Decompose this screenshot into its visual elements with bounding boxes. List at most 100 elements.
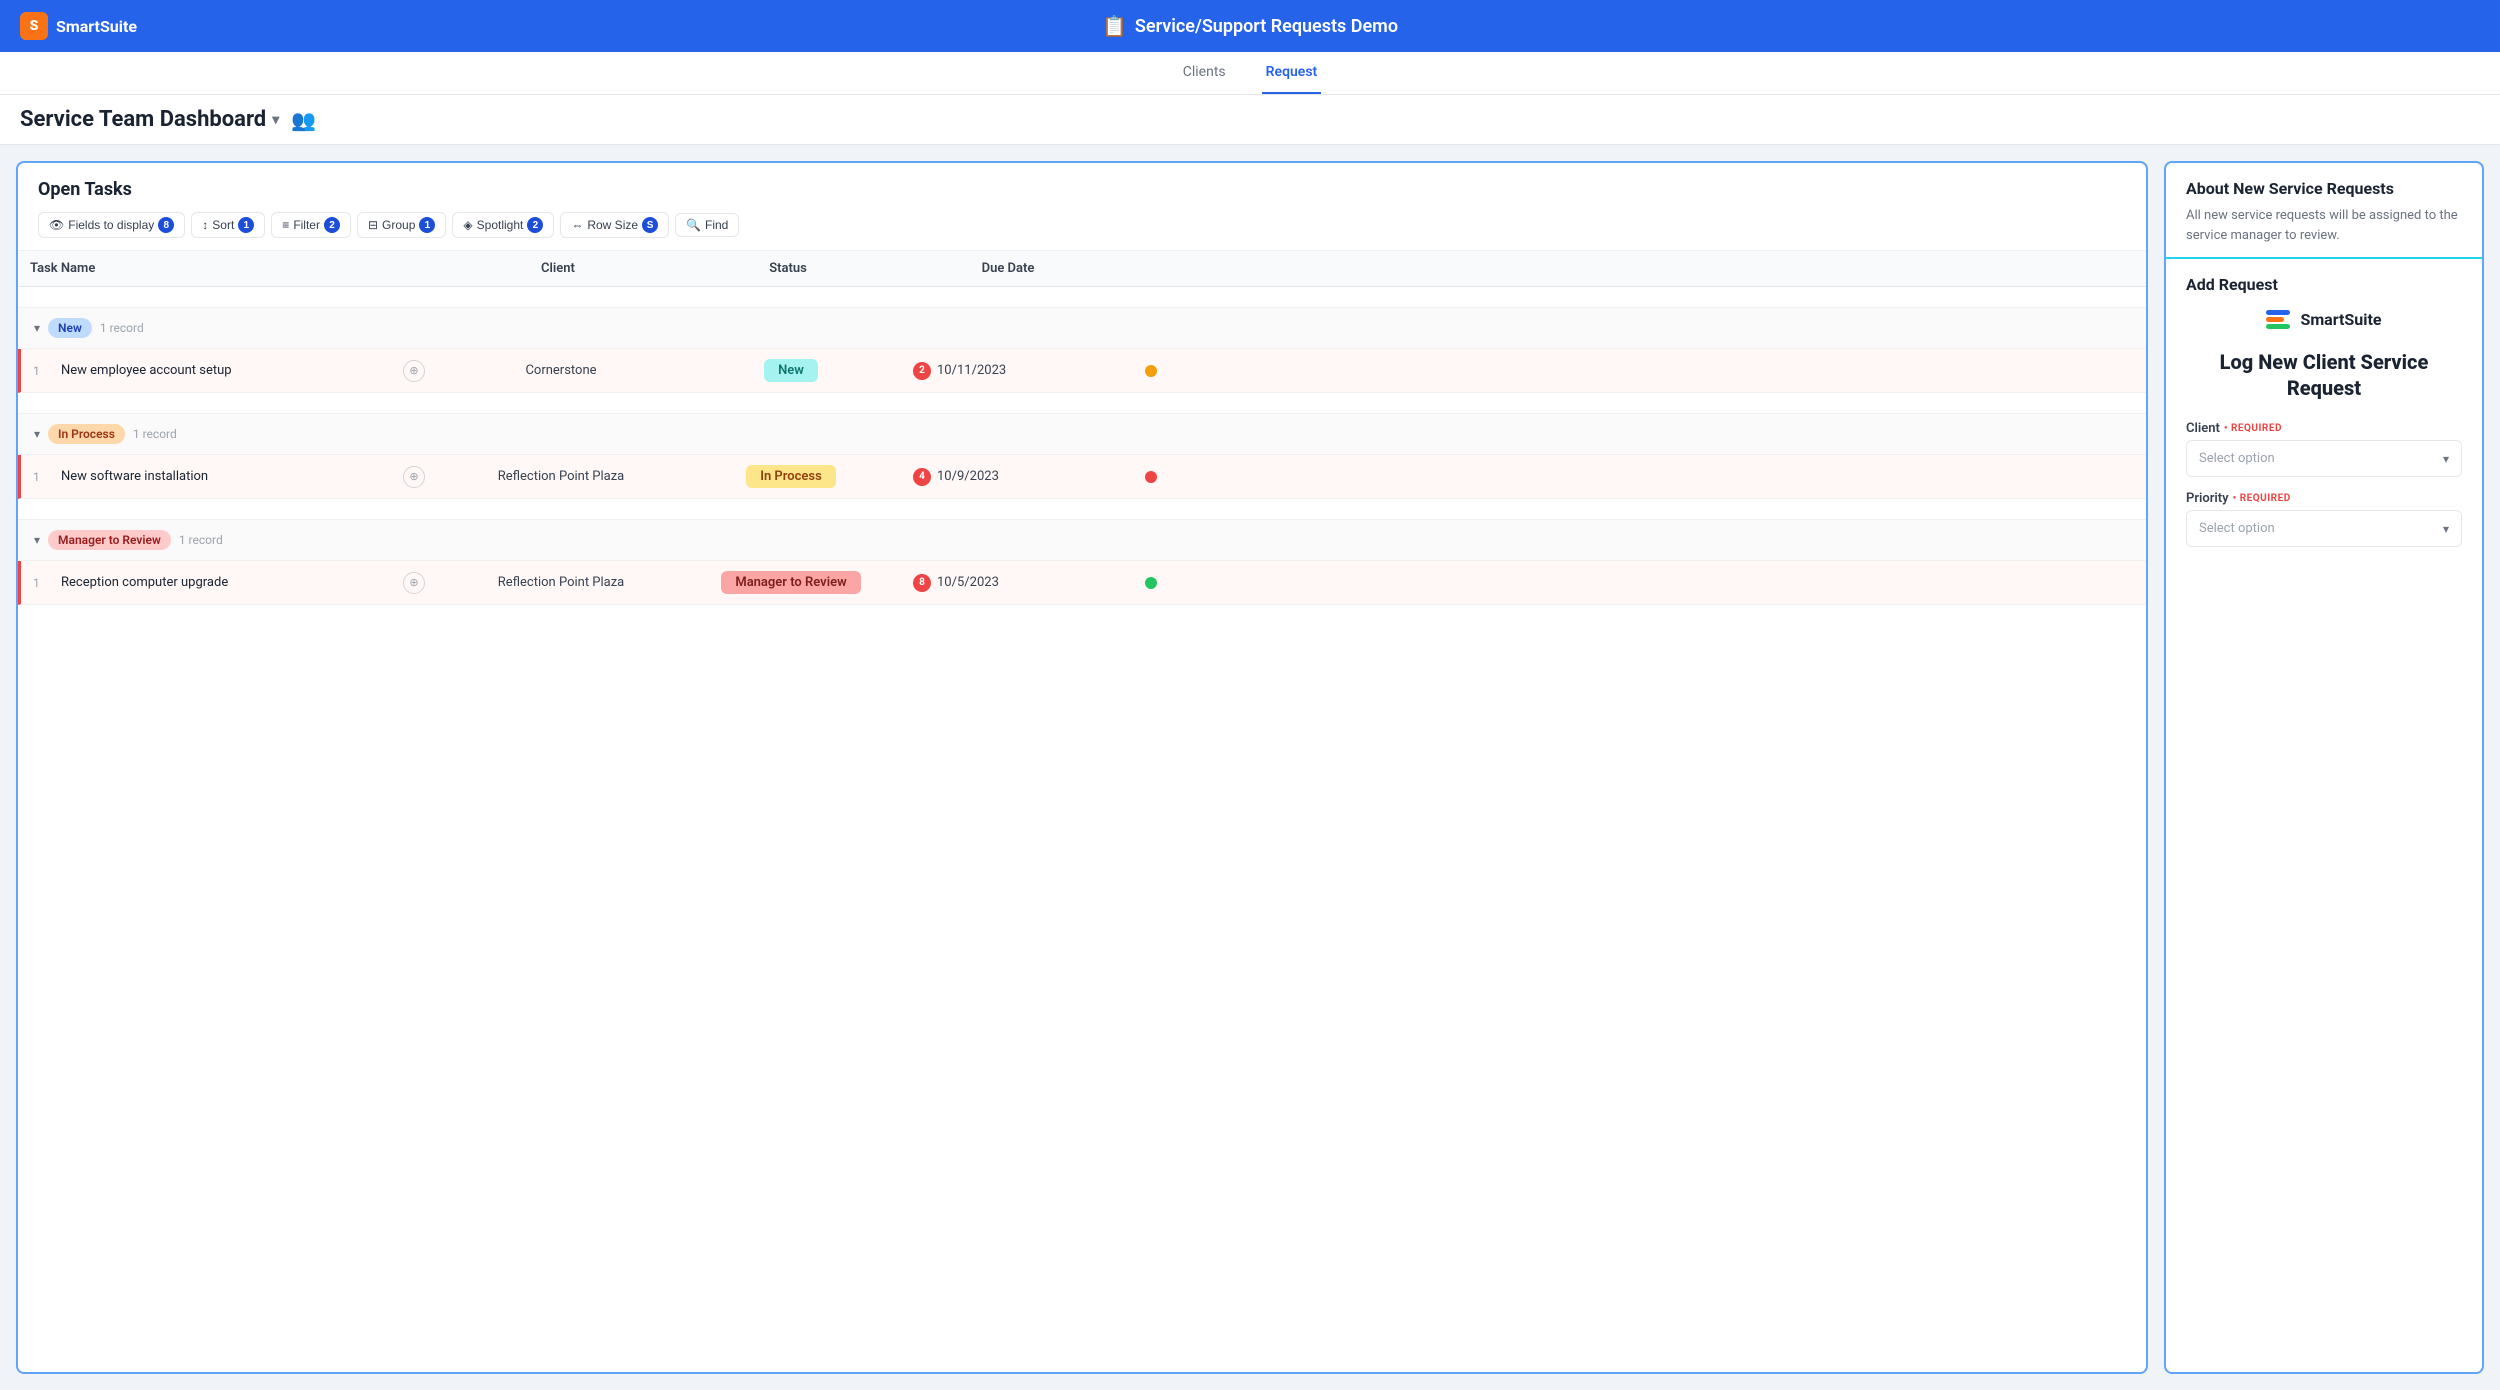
right-panel-desc: All new service requests will be assigne… xyxy=(2186,206,2462,245)
table-row: 1 New software installation ⊕ Reflection… xyxy=(18,455,2146,499)
app-logo[interactable]: S SmartSuite xyxy=(20,12,137,40)
group-count-manager: 1 record xyxy=(179,533,223,547)
row-number: 1 xyxy=(33,576,53,590)
date-text: 10/5/2023 xyxy=(937,575,999,590)
row-size-badge: S xyxy=(642,217,658,233)
dashboard-title-button[interactable]: Service Team Dashboard ▾ xyxy=(20,107,279,132)
fields-display-button[interactable]: 👁 Fields to display 8 xyxy=(38,212,185,238)
sort-badge: 1 xyxy=(238,217,254,233)
table-row: 1 Reception computer upgrade ⊕ Reflectio… xyxy=(18,561,2146,605)
sub-nav: Clients Request xyxy=(0,52,2500,95)
priority-dot-red xyxy=(1145,471,1157,483)
priority-field: Priority • REQUIRED Select option ▾ xyxy=(2186,491,2462,547)
client-select[interactable]: Select option ▾ xyxy=(2186,440,2462,477)
dashboard-title-text: Service Team Dashboard xyxy=(20,107,266,132)
status-badge-new-cell: New xyxy=(764,359,818,382)
task-name-text: New software installation xyxy=(61,469,208,484)
group-count-in-process: 1 record xyxy=(133,427,177,441)
group-badge-new: New xyxy=(48,318,92,338)
row-action-icon[interactable]: ⊕ xyxy=(403,360,425,382)
dashboard-header: Service Team Dashboard ▾ 👥 xyxy=(0,95,2500,145)
logo-icon: S xyxy=(20,12,48,40)
date-alert-badge: 2 xyxy=(913,362,931,380)
row-size-button[interactable]: ⇔ Row Size S xyxy=(560,212,669,238)
ss-logo-area: SmartSuite xyxy=(2186,310,2462,329)
group-row-manager: ▾ Manager to Review 1 record xyxy=(18,519,2146,561)
group-label: Group xyxy=(382,218,415,232)
tasks-panel: Open Tasks 👁 Fields to display 8 ↕ Sort … xyxy=(16,161,2148,1374)
td-dot-3 xyxy=(1121,567,1181,599)
filter-label: Filter xyxy=(293,218,320,232)
col-client: Client xyxy=(438,251,678,286)
td-client-2: Reflection Point Plaza xyxy=(441,459,681,494)
chevron-down-icon: ▾ xyxy=(272,112,279,128)
client-label: Client • REQUIRED xyxy=(2186,421,2462,436)
date-text: 10/9/2023 xyxy=(937,469,999,484)
row-number: 1 xyxy=(33,364,53,378)
group-count-new: 1 record xyxy=(100,321,144,335)
spotlight-badge: 2 xyxy=(527,217,543,233)
filter-badge: 2 xyxy=(324,217,340,233)
group-row-in-process: ▾ In Process 1 record xyxy=(18,413,2146,455)
col-due-date: Due Date xyxy=(898,251,1118,286)
fields-display-badge: 8 xyxy=(158,217,174,233)
spotlight-icon: ◈ xyxy=(463,218,472,232)
group-badge-manager: Manager to Review xyxy=(48,530,171,550)
row-action-icon[interactable]: ⊕ xyxy=(403,572,425,594)
group-button[interactable]: ⊟ Group 1 xyxy=(357,212,446,238)
status-badge-manager-cell: Manager to Review xyxy=(721,571,860,594)
sort-button[interactable]: ↕ Sort 1 xyxy=(191,212,265,238)
task-name-text: New employee account setup xyxy=(61,363,232,378)
group-icon: ⊟ xyxy=(368,218,378,232)
table-header: Task Name Client Status Due Date xyxy=(18,251,2146,287)
date-text: 10/11/2023 xyxy=(937,363,1006,378)
main-content: Open Tasks 👁 Fields to display 8 ↕ Sort … xyxy=(0,145,2500,1390)
group-chevron-manager[interactable]: ▾ xyxy=(34,533,40,547)
col-icon xyxy=(388,251,438,286)
chevron-down-icon: ▾ xyxy=(2443,522,2449,536)
td-dot-1 xyxy=(1121,355,1181,387)
fields-display-label: Fields to display xyxy=(68,218,154,232)
group-chevron-new[interactable]: ▾ xyxy=(34,321,40,335)
ss-bar-blue xyxy=(2266,310,2290,315)
date-alert-badge: 4 xyxy=(913,468,931,486)
td-client-3: Reflection Point Plaza xyxy=(441,565,681,600)
td-task-name-3: 1 Reception computer upgrade xyxy=(21,565,391,600)
ss-bar-green xyxy=(2266,324,2290,329)
subnav-item-request[interactable]: Request xyxy=(1262,52,1322,94)
team-icon[interactable]: 👥 xyxy=(291,108,316,132)
priority-dot-green xyxy=(1145,577,1157,589)
status-badge-in-process-cell: In Process xyxy=(746,465,836,488)
find-button[interactable]: 🔍 Find xyxy=(675,213,739,237)
priority-required: • REQUIRED xyxy=(2233,493,2291,504)
top-bar: S SmartSuite 📋 Service/Support Requests … xyxy=(0,0,2500,52)
td-client-1: Cornerstone xyxy=(441,353,681,388)
td-date-2: 4 10/9/2023 xyxy=(901,458,1121,496)
task-name-text: Reception computer upgrade xyxy=(61,575,228,590)
td-icon-3: ⊕ xyxy=(391,562,441,604)
spotlight-button[interactable]: ◈ Spotlight 2 xyxy=(452,212,554,238)
client-select-placeholder: Select option xyxy=(2199,451,2275,466)
priority-dot-yellow xyxy=(1145,365,1157,377)
filter-button[interactable]: ≡ Filter 2 xyxy=(271,212,351,238)
col-extra xyxy=(1118,251,1178,286)
client-field: Client • REQUIRED Select option ▾ xyxy=(2186,421,2462,477)
add-request-section: Add Request SmartSuite Log New Client Se… xyxy=(2166,259,2482,577)
eye-icon: 👁 xyxy=(49,218,64,232)
date-alert-badge: 8 xyxy=(913,574,931,592)
group-row-new: ▾ New 1 record xyxy=(18,307,2146,349)
subnav-item-clients[interactable]: Clients xyxy=(1179,52,1230,94)
spotlight-label: Spotlight xyxy=(477,218,524,232)
col-status: Status xyxy=(678,251,898,286)
td-task-name-1: 1 New employee account setup xyxy=(21,353,391,388)
tasks-panel-header: Open Tasks 👁 Fields to display 8 ↕ Sort … xyxy=(18,163,2146,251)
td-status-3: Manager to Review xyxy=(681,561,901,604)
td-date-1: 2 10/11/2023 xyxy=(901,352,1121,390)
group-chevron-in-process[interactable]: ▾ xyxy=(34,427,40,441)
row-action-icon[interactable]: ⊕ xyxy=(403,466,425,488)
row-number: 1 xyxy=(33,470,53,484)
tasks-panel-title: Open Tasks xyxy=(38,179,2126,200)
priority-select[interactable]: Select option ▾ xyxy=(2186,510,2462,547)
td-status-2: In Process xyxy=(681,455,901,498)
table-container: Task Name Client Status Due Date ▾ New 1… xyxy=(18,251,2146,1372)
